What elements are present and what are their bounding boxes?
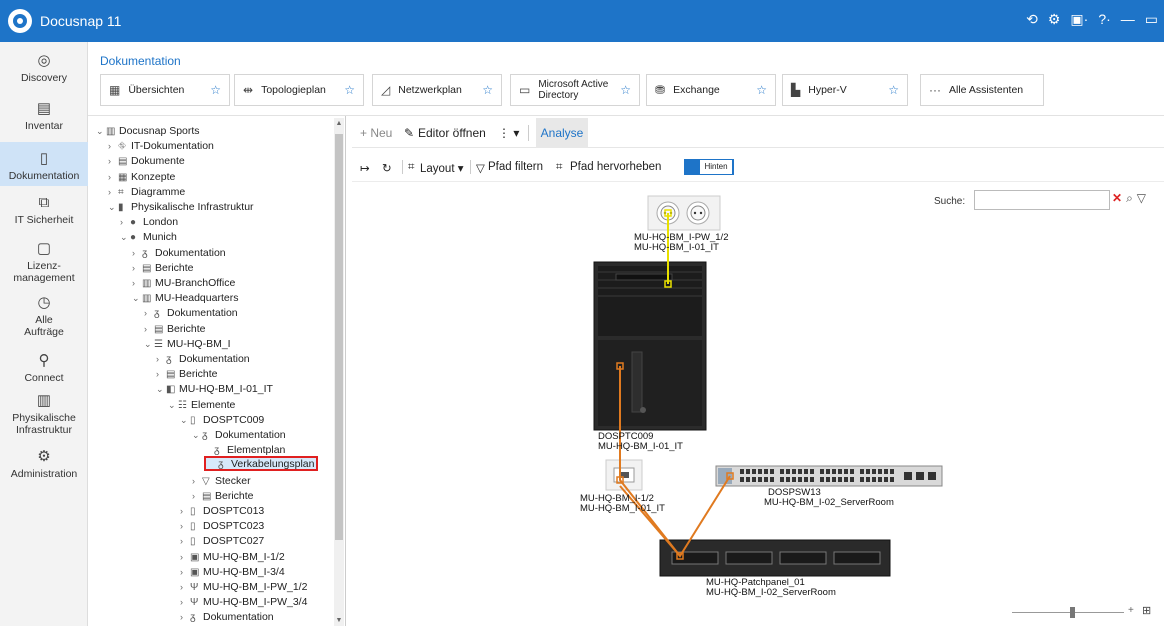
device-location: MU-HQ-BM_I-01_IT: [634, 242, 719, 253]
device-location: MU-HQ-BM_I-01_IT: [598, 441, 683, 452]
power-socket-label: MU-HQ-BM_I-PW_1/2 MU-HQ-BM_I-01_IT: [634, 233, 728, 253]
zoom-in-icon[interactable]: +: [1128, 605, 1134, 616]
pc-tower-device[interactable]: [593, 261, 707, 431]
switch-device[interactable]: [715, 465, 943, 487]
zoom-slider-handle[interactable]: [1070, 607, 1075, 618]
device-location: MU-HQ-BM_I-02_ServerRoom: [764, 497, 894, 508]
cabling-diagram: [593, 195, 943, 577]
network-socket-label: MU-HQ-BM_I-1/2 MU-HQ-BM_I-01_IT: [580, 494, 665, 514]
device-location: MU-HQ-BM_I-01_IT: [580, 503, 665, 514]
zoom-fit-icon[interactable]: ⊞: [1142, 604, 1151, 617]
zoom-slider-track[interactable]: [1012, 612, 1124, 613]
patchpanel-device[interactable]: [659, 539, 891, 577]
pc-label: DOSPTC009 MU-HQ-BM_I-01_IT: [598, 432, 683, 452]
device-location: MU-HQ-BM_I-02_ServerRoom: [706, 587, 836, 598]
switch-label: DOSPSW13 MU-HQ-BM_I-02_ServerRoom: [764, 488, 894, 508]
patchpanel-label: MU-HQ-Patchpanel_01 MU-HQ-BM_I-02_Server…: [706, 578, 836, 598]
power-socket-device[interactable]: [647, 195, 721, 231]
